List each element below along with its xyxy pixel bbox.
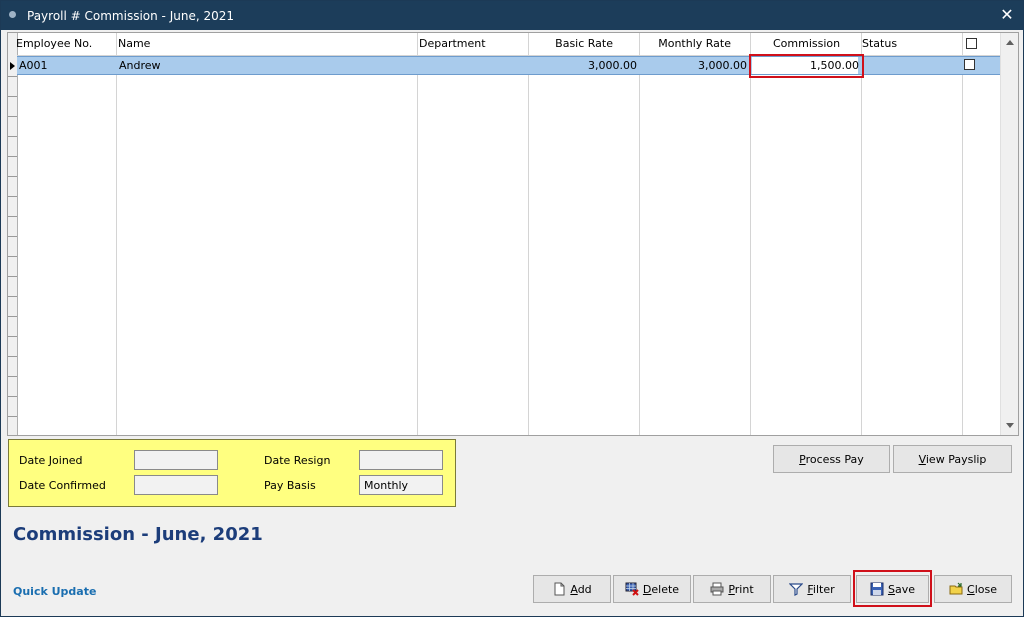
date-resign-field [359,450,443,470]
cell-monthly-rate[interactable]: 3,000.00 [639,59,747,72]
window-close-button[interactable]: ✕ [997,5,1017,25]
row-selector-divider [8,316,17,317]
date-confirmed-label: Date Confirmed [19,479,106,492]
view-payslip-button[interactable]: View Payslip [893,445,1012,473]
pay-basis-label: Pay Basis [264,479,316,492]
column-header-commission[interactable]: Commission [773,37,840,50]
title-bar: Payroll # Commission - June, 2021 ✕ [1,1,1023,30]
date-confirmed-field [134,475,218,495]
filter-button[interactable]: Filter [773,575,851,603]
delete-grid-icon [625,582,639,596]
delete-button[interactable]: Delete [613,575,691,603]
row-selector-divider [8,236,17,237]
page-title: Commission - June, 2021 [13,524,263,545]
select-all-checkbox[interactable] [966,38,977,49]
pay-basis-field: Monthly [359,475,443,495]
row-selector-divider [8,336,17,337]
column-header-monthly-rate[interactable]: Monthly Rate [639,37,731,50]
cell-employee-no[interactable]: A001 [19,59,48,72]
row-selector-divider [8,136,17,137]
current-row-arrow-icon [10,62,15,70]
process-pay-button[interactable]: Process Pay [773,445,890,473]
row-selector-divider [8,416,17,417]
date-joined-field [134,450,218,470]
row-select-checkbox[interactable] [964,59,975,70]
commission-highlight [749,54,864,78]
column-header-employee-no[interactable]: Employee No. [16,37,92,50]
scroll-down-arrow-icon[interactable] [1006,423,1014,428]
column-header-status[interactable]: Status [862,37,897,50]
row-selector-divider [8,176,17,177]
save-highlight [853,570,932,607]
app-icon[interactable] [9,11,16,18]
row-selector-divider [8,356,17,357]
printer-icon [710,582,724,596]
row-selector-divider [8,276,17,277]
filter-icon [788,582,804,596]
row-selector-divider [8,96,17,97]
window-title: Payroll # Commission - June, 2021 [27,9,234,23]
column-header-basic-rate[interactable]: Basic Rate [528,37,613,50]
vertical-scrollbar[interactable] [1000,33,1018,435]
date-joined-label: Date Joined [19,454,83,467]
row-selector-divider [8,376,17,377]
scroll-up-arrow-icon[interactable] [1006,40,1014,45]
quick-update-link[interactable]: Quick Update [13,585,96,598]
row-selector-divider [8,196,17,197]
close-button[interactable]: Close [934,575,1012,603]
row-selector-column[interactable] [8,33,18,435]
row-selector-divider [8,156,17,157]
column-header-name[interactable]: Name [118,37,150,50]
commission-grid[interactable]: Employee No. Name Department Basic Rate … [7,32,1019,436]
cell-basic-rate[interactable]: 3,000.00 [528,59,637,72]
row-selector-divider [8,296,17,297]
employee-info-panel: Date Joined Date Resign Date Confirmed P… [8,439,456,507]
row-selector-divider [8,116,17,117]
date-resign-label: Date Resign [264,454,331,467]
row-selector-divider [8,396,17,397]
row-selector-divider [8,216,17,217]
row-selector-divider [8,76,17,77]
row-selector-divider [8,256,17,257]
column-header-department[interactable]: Department [419,37,486,50]
folder-close-icon [949,582,963,596]
document-icon [552,582,566,596]
payroll-commission-window: Payroll # Commission - June, 2021 ✕ Empl… [0,0,1024,617]
print-button[interactable]: Print [693,575,771,603]
cell-name[interactable]: Andrew [119,59,161,72]
add-button[interactable]: Add [533,575,611,603]
